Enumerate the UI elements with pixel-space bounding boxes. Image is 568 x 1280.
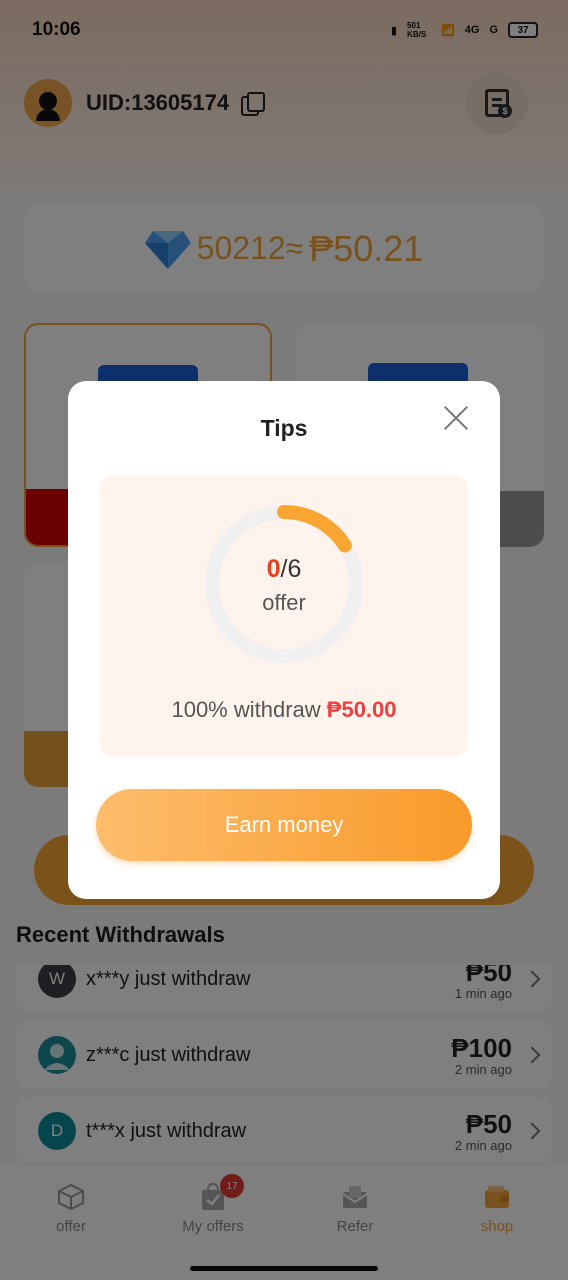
progress-panel: 0/6 offer 100% withdraw ₱50.00 — [100, 475, 468, 757]
earn-money-button[interactable]: Earn money — [96, 789, 472, 861]
modal-title: Tips — [260, 415, 308, 441]
progress-current: 0 — [266, 555, 281, 583]
progress-total: /6 — [280, 555, 302, 583]
close-icon[interactable] — [442, 403, 470, 431]
progress-text: 0/6 offer — [203, 555, 365, 616]
withdraw-amount-highlight: ₱50.00 — [326, 697, 397, 722]
progress-count: 0/6 — [203, 555, 365, 584]
withdraw-info: 100% withdraw ₱50.00 — [100, 697, 468, 723]
progress-label: offer — [262, 590, 306, 615]
withdraw-prefix: 100% withdraw — [171, 697, 327, 722]
tips-modal: Tips 0/6 offer 100% withdraw ₱50.00 Earn… — [68, 381, 500, 899]
